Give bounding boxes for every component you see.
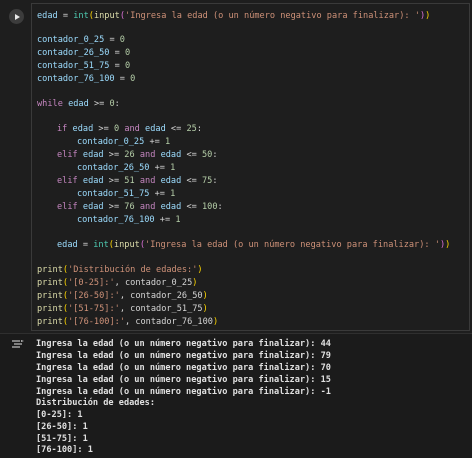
run-cell-button[interactable] [9, 9, 24, 24]
code-line-while: while edad >= 0: [37, 99, 120, 109]
code-line-counter: contador_51_75 = 0 [37, 61, 131, 71]
code-line-print: print('[76-100]:', contador_76_100) [37, 317, 219, 327]
code-line-elif: elif edad >= 51 and edad <= 75: [57, 176, 218, 186]
output-line: [0-25]: 1 [36, 410, 83, 420]
code-line-print: print('[51-75]:', contador_51_75) [37, 304, 208, 314]
builtin-input: input [93, 11, 120, 21]
output-toggle-icon[interactable] [11, 339, 25, 351]
code-line-reinput: edad = int(input('Ingresa la edad (o un … [57, 240, 451, 250]
output-line: [26-50]: 1 [36, 422, 88, 432]
output-line: Ingresa la edad (o un número negativo pa… [36, 339, 331, 349]
output-line: Ingresa la edad (o un número negativo pa… [36, 351, 331, 361]
code-line-increment: contador_26_50 += 1 [77, 163, 176, 173]
code-line-counter: contador_26_50 = 0 [37, 48, 131, 58]
code-editor[interactable]: edad = int(input('Ingresa la edad (o un … [31, 3, 470, 331]
output-line: [51-75]: 1 [36, 434, 88, 444]
output-line: [76-100]: 1 [36, 445, 93, 455]
output-line: Ingresa la edad (o un número negativo pa… [36, 363, 331, 373]
output-line: Distribución de edades: [36, 398, 155, 408]
code-line-elif: elif edad >= 76 and edad <= 100: [57, 202, 223, 212]
code-line-increment: contador_51_75 += 1 [77, 189, 176, 199]
code-line-counter: contador_76_100 = 0 [37, 74, 136, 84]
output-line: Ingresa la edad (o un número negativo pa… [36, 375, 331, 385]
code-line-elif: elif edad >= 26 and edad <= 50: [57, 150, 218, 160]
code-line-print: print('Distribución de edades:') [37, 265, 203, 275]
code-line-print: print('[26-50]:', contador_26_50) [37, 291, 208, 301]
builtin-int: int [73, 11, 89, 21]
prompt-string: 'Ingresa la edad (o un número negativo p… [125, 11, 420, 21]
code-line-increment: contador_0_25 += 1 [77, 137, 171, 147]
cell-output: Ingresa la edad (o un número negativo pa… [0, 333, 472, 458]
assign-op: = [57, 11, 74, 21]
code-line-print: print('[0-25]:', contador_0_25) [37, 278, 198, 288]
var-edad: edad [37, 11, 58, 21]
code-line-input: edad = int(input('Ingresa la edad (o un … [37, 11, 431, 21]
code-line-if: if edad >= 0 and edad <= 25: [57, 124, 202, 134]
code-line-counter: contador_0_25 = 0 [37, 35, 125, 45]
output-line: Ingresa la edad (o un número negativo pa… [36, 387, 331, 397]
code-line-increment: contador_76_100 += 1 [77, 215, 181, 225]
play-icon [14, 13, 20, 20]
